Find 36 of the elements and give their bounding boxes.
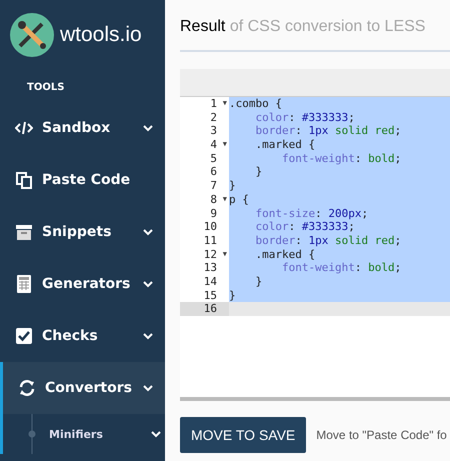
line-number: 6 xyxy=(210,165,217,178)
line-number: 11 xyxy=(204,234,217,247)
line-number: 5 xyxy=(210,152,217,165)
line-number: 4 xyxy=(210,138,217,152)
line-number: 14 xyxy=(204,274,217,288)
timeline-drawing xyxy=(28,414,36,454)
section-heading: TOOLS xyxy=(26,81,66,95)
code-editor[interactable] xyxy=(180,96,450,401)
line-number: 8 xyxy=(210,192,217,206)
result-title: Result of CSS conversion to LESS xyxy=(180,0,450,52)
box-icon xyxy=(16,224,32,240)
line-number: 10 xyxy=(204,220,217,234)
line-number: 3 xyxy=(210,124,217,138)
sidebar-item[interactable]: Convertors xyxy=(0,362,165,414)
sidebar-item[interactable]: Sandbox xyxy=(0,102,165,154)
sync-icon xyxy=(19,380,35,396)
sidebar-item[interactable]: Checks xyxy=(0,310,165,362)
line-number: 16 xyxy=(204,302,217,316)
checkbox-icon xyxy=(16,328,32,344)
line-number: 12 xyxy=(204,248,217,261)
line-number: 15 xyxy=(204,288,217,302)
line-number: 2 xyxy=(210,110,217,124)
code-icon xyxy=(15,121,33,135)
calculator-icon xyxy=(17,275,31,293)
line-number: 7 xyxy=(210,179,217,192)
line-number: 9 xyxy=(210,206,217,220)
sidebar-item[interactable]: Generators xyxy=(0,258,165,310)
brand-name: wtools.io xyxy=(60,23,142,47)
move-to-save-button[interactable]: MOVE TO SAVE xyxy=(180,417,306,453)
sidebar-item[interactable]: Snippets xyxy=(0,206,165,258)
sidebar-item[interactable]: Paste Code xyxy=(0,154,165,206)
tools-logo-icon xyxy=(10,13,54,57)
line-number: 13 xyxy=(204,261,217,274)
line-number: 1 xyxy=(210,97,217,110)
hint-text: Move to "Paste Code" fo xyxy=(316,428,447,442)
copy-icon xyxy=(16,172,32,188)
